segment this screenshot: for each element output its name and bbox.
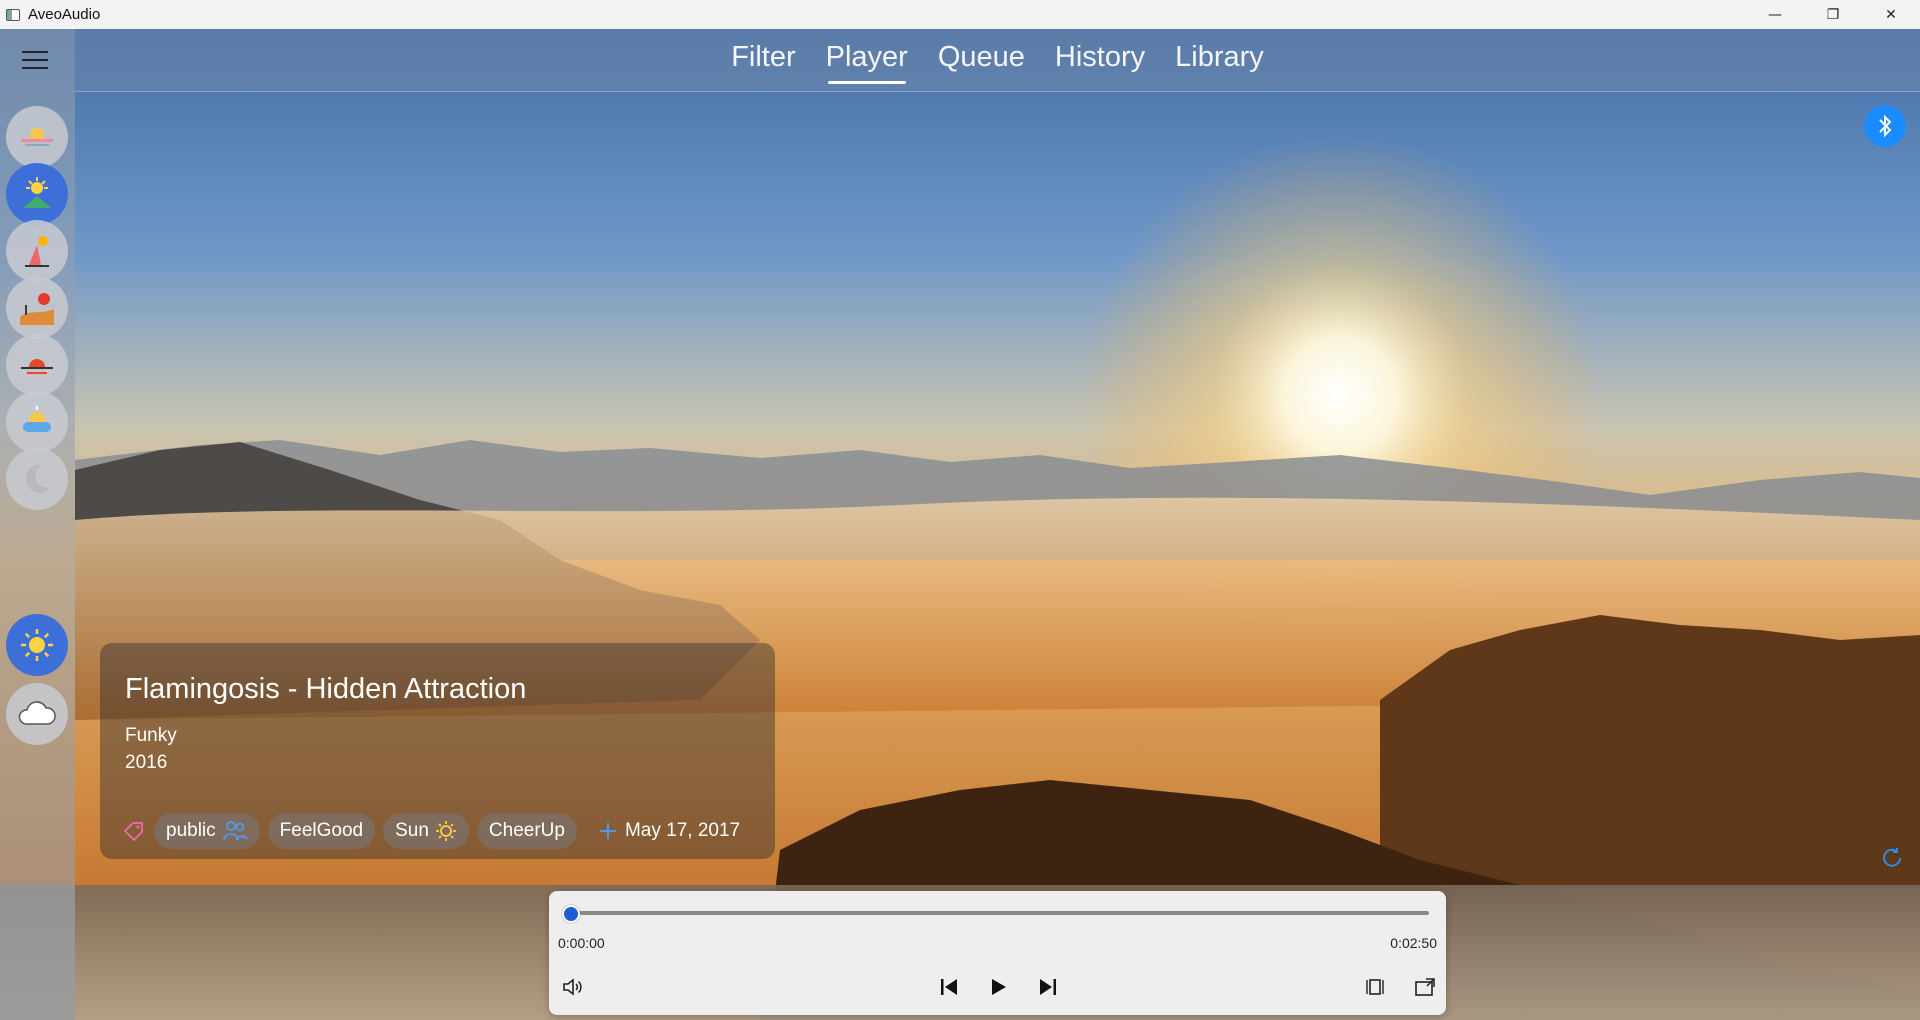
tag-label: CheerUp: [488, 820, 565, 841]
cloud-icon[interactable]: [6, 683, 68, 745]
tab-history[interactable]: History: [1055, 41, 1145, 84]
tab-queue[interactable]: Queue: [938, 41, 1025, 84]
tab-list: Filter Player Queue History Library: [75, 41, 1920, 84]
added-date: May 17, 2017: [599, 820, 740, 842]
tag-chip-cheerup[interactable]: CheerUp: [476, 813, 577, 849]
menu-icon[interactable]: [22, 51, 48, 71]
total-time: 0:02:50: [1390, 935, 1437, 951]
left-rail: [0, 29, 75, 1020]
sunset-icon[interactable]: [6, 334, 68, 396]
nav-bar: Filter Player Queue History Library: [75, 29, 1920, 92]
day-icon[interactable]: [6, 220, 68, 282]
maximize-button[interactable]: ❐: [1804, 0, 1862, 29]
song-title: Flamingosis - Hidden Attraction: [125, 673, 527, 705]
play-icon[interactable]: [986, 975, 1010, 999]
afternoon-icon[interactable]: [6, 277, 68, 339]
song-info-card: Flamingosis - Hidden Attraction Funky 20…: [100, 643, 775, 859]
title-bar: AveoAudio — ❐ ✕: [0, 0, 1920, 29]
close-button[interactable]: ✕: [1862, 0, 1920, 29]
sun-icon: [435, 821, 456, 841]
player-panel: 0:00:00 0:02:50: [549, 891, 1446, 1015]
window-title: AveoAudio: [28, 6, 101, 23]
app-icon: [6, 8, 20, 21]
seek-track[interactable]: [569, 911, 1429, 915]
morning-icon[interactable]: [6, 163, 68, 225]
bluetooth-icon: [1879, 114, 1892, 138]
tag-label: Sun: [395, 820, 429, 841]
added-date-text: May 17, 2017: [624, 820, 741, 841]
tag-chip-feelgood[interactable]: FeelGood: [267, 813, 376, 849]
tag-icon[interactable]: [122, 819, 146, 843]
window-controls: — ❐ ✕: [1746, 0, 1920, 29]
bluetooth-button[interactable]: [1864, 105, 1906, 147]
song-genre: Funky: [125, 725, 177, 746]
evening-icon[interactable]: [6, 391, 68, 453]
tab-filter[interactable]: Filter: [731, 41, 795, 84]
song-year: 2016: [125, 752, 168, 773]
tag-label: public: [166, 820, 216, 841]
tag-list: public FeelGood Sun CheerUp May 17, 2017: [122, 813, 740, 849]
volume-icon[interactable]: [561, 975, 585, 999]
tag-label: FeelGood: [279, 820, 364, 841]
tag-chip-sun[interactable]: Sun: [383, 813, 469, 849]
compact-view-icon[interactable]: [1363, 975, 1387, 999]
previous-icon[interactable]: [937, 975, 961, 999]
weather-sun-icon[interactable]: [6, 614, 68, 676]
seek-thumb[interactable]: [562, 905, 580, 923]
night-icon[interactable]: [6, 448, 68, 510]
people-icon: [222, 821, 248, 841]
tab-library[interactable]: Library: [1175, 41, 1264, 84]
popout-icon[interactable]: [1413, 975, 1437, 999]
tab-player[interactable]: Player: [826, 41, 908, 84]
minimize-button[interactable]: —: [1746, 0, 1804, 29]
next-icon[interactable]: [1036, 975, 1060, 999]
background-image: [0, 0, 1920, 1020]
plus-icon: [599, 823, 616, 839]
refresh-icon[interactable]: [1880, 846, 1904, 870]
dawn-icon[interactable]: [6, 106, 68, 168]
tag-chip-public[interactable]: public: [154, 813, 260, 849]
current-time: 0:00:00: [558, 935, 605, 951]
